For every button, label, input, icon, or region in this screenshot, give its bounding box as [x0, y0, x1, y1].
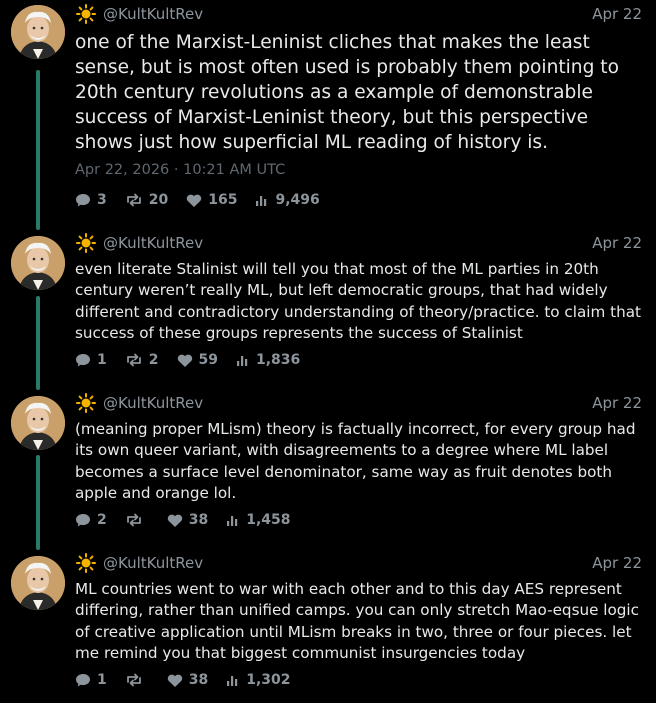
reply-count: 1 [97, 672, 107, 688]
reply-icon [76, 194, 90, 207]
views-count: 1,836 [255, 352, 301, 368]
reply-button[interactable]: 1 [75, 672, 107, 688]
avatar[interactable] [11, 5, 65, 59]
views-button[interactable]: 1,836 [236, 352, 300, 368]
reply-icon [76, 674, 90, 687]
post-header: @KultKultRev Apr 22 [76, 393, 642, 415]
post[interactable]: @KultKultRev Apr 22 one of the Marxist-L… [0, 0, 656, 226]
like-count: 165 [208, 192, 238, 208]
reply-count: 3 [97, 192, 107, 208]
repost-icon [126, 513, 141, 527]
avatar[interactable] [11, 396, 65, 450]
post-header: @KultKultRev Apr 22 [76, 233, 642, 255]
views-count: 1,302 [246, 672, 291, 688]
avatar[interactable] [11, 236, 65, 290]
post-header: @KultKultRev Apr 22 [76, 4, 642, 26]
post-text: ML countries went to war with each other… [75, 580, 640, 662]
like-button[interactable]: 165 [186, 192, 237, 208]
post-text: even literate Stalinist will tell you th… [75, 260, 641, 342]
post-text: one of the Marxist-Leninist cliches that… [75, 32, 619, 153]
post-stats: 3 20 165 9,496 [75, 190, 338, 210]
post-date[interactable]: Apr 22 [592, 234, 642, 252]
like-count: 38 [188, 512, 209, 528]
post[interactable]: @KultKultRev Apr 22 (meaning proper MLis… [0, 386, 656, 546]
reply-button[interactable]: 3 [75, 192, 107, 208]
post[interactable]: @KultKultRev Apr 22 even literate Stalin… [0, 226, 656, 386]
views-icon [236, 356, 248, 366]
repost-button[interactable] [125, 672, 149, 688]
post-stats: 1 2 59 1,836 [75, 350, 318, 370]
post-header: @KultKultRev Apr 22 [76, 553, 642, 575]
like-icon [187, 194, 202, 207]
author-handle[interactable]: @KultKultRev [103, 5, 203, 23]
post-date[interactable]: Apr 22 [592, 394, 642, 412]
reply-icon [76, 354, 90, 367]
author-handle[interactable]: @KultKultRev [103, 394, 203, 412]
sun-icon [76, 553, 96, 573]
post-stats: 2 38 1,458 [75, 510, 309, 530]
views-button[interactable]: 1,458 [226, 512, 291, 528]
post-date[interactable]: Apr 22 [592, 554, 642, 572]
post-timestamp[interactable]: Apr 22, 2026 · 10:21 AM UTC [75, 162, 285, 178]
like-icon [167, 514, 182, 527]
sun-icon [76, 393, 96, 413]
like-icon [177, 354, 192, 367]
like-icon [167, 674, 182, 687]
post[interactable]: @KultKultRev Apr 22 ML countries went to… [0, 546, 656, 703]
reply-count: 1 [97, 352, 107, 368]
author-handle[interactable]: @KultKultRev [103, 554, 203, 572]
repost-count: 20 [148, 192, 169, 208]
like-count: 38 [188, 672, 209, 688]
views-icon [256, 196, 267, 206]
views-count: 1,458 [246, 512, 291, 528]
views-icon [227, 516, 238, 526]
views-count: 9,496 [275, 192, 320, 208]
post-text: (meaning proper MLism) theory is factual… [75, 420, 636, 502]
reply-icon [76, 514, 90, 527]
views-button[interactable]: 1,302 [226, 672, 291, 688]
like-count: 59 [198, 352, 218, 368]
views-button[interactable]: 9,496 [255, 192, 320, 208]
post-stats: 1 38 1,302 [75, 670, 309, 690]
post-date[interactable]: Apr 22 [592, 5, 642, 23]
views-icon [227, 676, 238, 686]
sun-icon [76, 233, 96, 253]
reply-count: 2 [97, 512, 107, 528]
like-button[interactable]: 38 [167, 512, 208, 528]
repost-count: 2 [148, 352, 159, 368]
reply-button[interactable]: 2 [75, 512, 107, 528]
repost-icon [126, 353, 141, 367]
reply-button[interactable]: 1 [75, 352, 107, 368]
like-button[interactable]: 59 [177, 352, 218, 368]
repost-icon [126, 673, 141, 687]
repost-button[interactable]: 2 [125, 352, 159, 368]
avatar[interactable] [11, 556, 65, 610]
repost-button[interactable]: 20 [125, 192, 168, 208]
like-button[interactable]: 38 [167, 672, 208, 688]
author-handle[interactable]: @KultKultRev [103, 234, 203, 252]
repost-icon [126, 193, 141, 207]
repost-button[interactable] [125, 512, 149, 528]
sun-icon [76, 4, 96, 24]
